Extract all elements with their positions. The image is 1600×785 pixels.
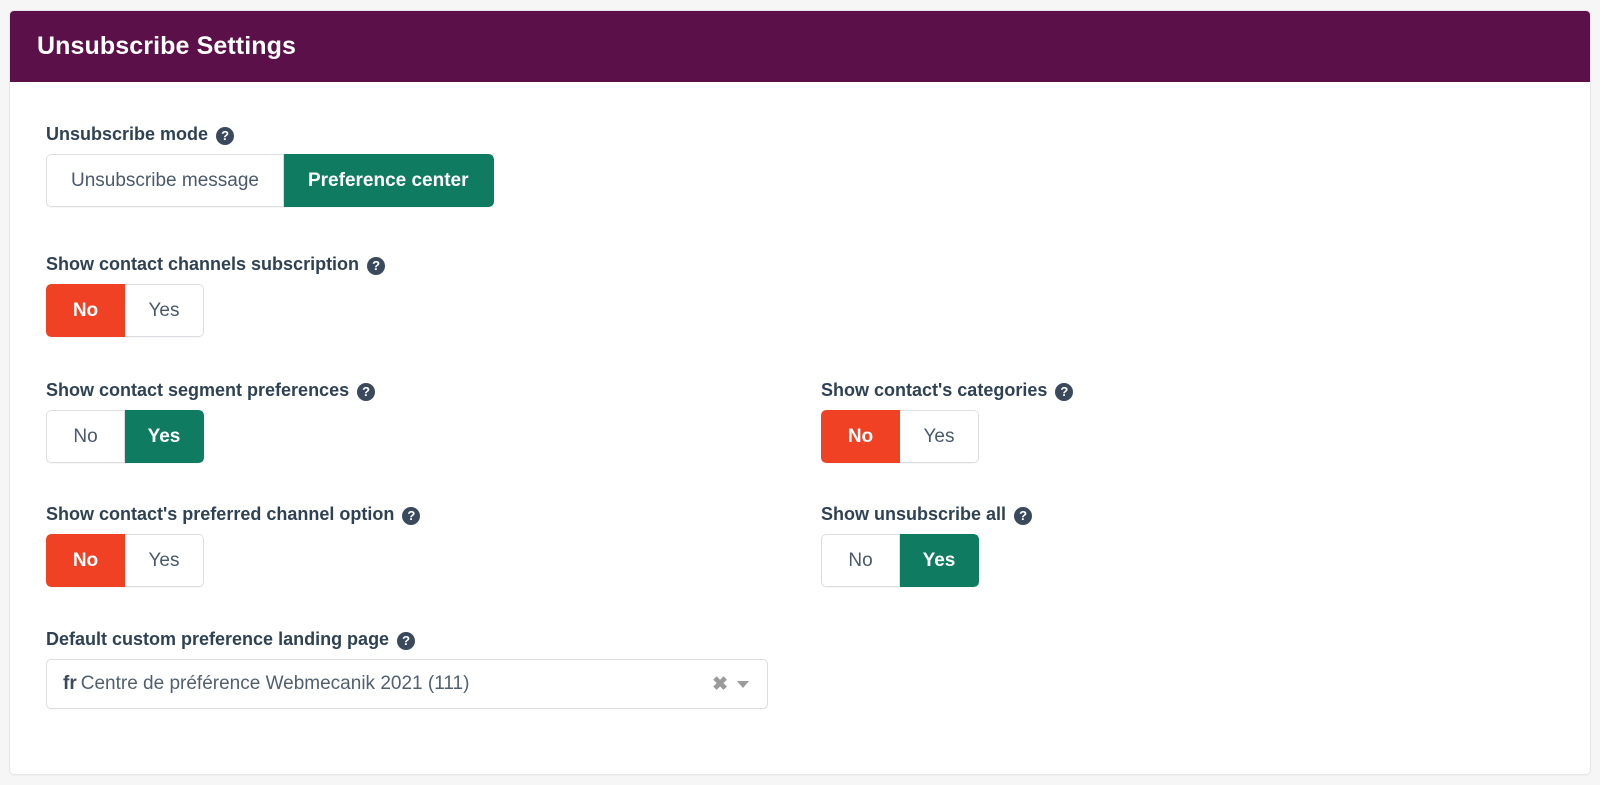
label-text: Show unsubscribe all [821, 504, 1006, 525]
field-show-contact-segment-preferences: Show contact segment preferences ? No Ye… [46, 380, 375, 463]
show-contact-channels-subscription-option-yes[interactable]: Yes [125, 284, 204, 337]
field-label-show-unsubscribe-all: Show unsubscribe all ? [821, 504, 1032, 525]
help-icon[interactable]: ? [1055, 383, 1073, 401]
field-show-contacts-categories: Show contact's categories ? No Yes [821, 380, 1073, 463]
select-value-text: Centre de préférence Webmecanik 2021 (11… [81, 673, 470, 694]
show-contact-segment-preferences-option-yes[interactable]: Yes [125, 410, 204, 463]
show-contacts-preferred-channel-option-option-yes[interactable]: Yes [125, 534, 204, 587]
field-label-show-contacts-categories: Show contact's categories ? [821, 380, 1073, 401]
show-unsubscribe-all-toggle-group[interactable]: No Yes [821, 534, 979, 587]
unsubscribe-mode-option-preference-center[interactable]: Preference center [284, 154, 494, 207]
label-text: Show contact's categories [821, 380, 1047, 401]
label-text: Show contact segment preferences [46, 380, 349, 401]
field-label-default-custom-preference-landing-page: Default custom preference landing page ? [46, 629, 768, 650]
select-selected-value: frCentre de préférence Webmecanik 2021 (… [63, 673, 703, 695]
panel-header: Unsubscribe Settings [10, 11, 1590, 82]
show-contacts-categories-option-no[interactable]: No [821, 410, 900, 463]
show-unsubscribe-all-option-yes[interactable]: Yes [900, 534, 979, 587]
unsubscribe-mode-toggle-group[interactable]: Unsubscribe message Preference center [46, 154, 494, 207]
panel-body: Unsubscribe mode ? Unsubscribe message P… [10, 82, 1590, 775]
label-text: Show contact channels subscription [46, 254, 359, 275]
show-contacts-preferred-channel-option-toggle-group[interactable]: No Yes [46, 534, 204, 587]
show-unsubscribe-all-option-no[interactable]: No [821, 534, 900, 587]
help-icon[interactable]: ? [216, 127, 234, 145]
unsubscribe-mode-option-unsubscribe-message[interactable]: Unsubscribe message [46, 154, 284, 207]
help-icon[interactable]: ? [357, 383, 375, 401]
default-custom-preference-landing-page-select[interactable]: frCentre de préférence Webmecanik 2021 (… [46, 659, 768, 709]
field-show-contact-channels-subscription: Show contact channels subscription ? No … [46, 254, 385, 337]
show-contacts-categories-toggle-group[interactable]: No Yes [821, 410, 979, 463]
language-tag: fr [63, 673, 77, 694]
field-unsubscribe-mode: Unsubscribe mode ? Unsubscribe message P… [46, 124, 494, 207]
label-text: Default custom preference landing page [46, 629, 389, 650]
field-show-contacts-preferred-channel-option: Show contact's preferred channel option … [46, 504, 420, 587]
help-icon[interactable]: ? [397, 632, 415, 650]
show-contact-segment-preferences-toggle-group[interactable]: No Yes [46, 410, 204, 463]
page-title: Unsubscribe Settings [37, 32, 296, 61]
show-contact-channels-subscription-option-no[interactable]: No [46, 284, 125, 337]
field-label-unsubscribe-mode: Unsubscribe mode ? [46, 124, 494, 145]
field-label-show-contact-segment-preferences: Show contact segment preferences ? [46, 380, 375, 401]
unsubscribe-settings-panel: Unsubscribe Settings Unsubscribe mode ? … [9, 10, 1591, 775]
field-show-unsubscribe-all: Show unsubscribe all ? No Yes [821, 504, 1032, 587]
help-icon[interactable]: ? [402, 507, 420, 525]
field-default-custom-preference-landing-page: Default custom preference landing page ?… [46, 629, 768, 709]
show-contacts-preferred-channel-option-option-no[interactable]: No [46, 534, 125, 587]
field-label-show-contact-channels-subscription: Show contact channels subscription ? [46, 254, 385, 275]
show-contact-channels-subscription-toggle-group[interactable]: No Yes [46, 284, 204, 337]
label-text: Unsubscribe mode [46, 124, 208, 145]
help-icon[interactable]: ? [367, 257, 385, 275]
label-text: Show contact's preferred channel option [46, 504, 394, 525]
help-icon[interactable]: ? [1014, 507, 1032, 525]
show-contacts-categories-option-yes[interactable]: Yes [900, 410, 979, 463]
show-contact-segment-preferences-option-no[interactable]: No [46, 410, 125, 463]
chevron-down-icon[interactable] [737, 681, 749, 688]
field-label-show-contacts-preferred-channel-option: Show contact's preferred channel option … [46, 504, 420, 525]
clear-selection-icon[interactable]: ✖ [703, 675, 737, 694]
